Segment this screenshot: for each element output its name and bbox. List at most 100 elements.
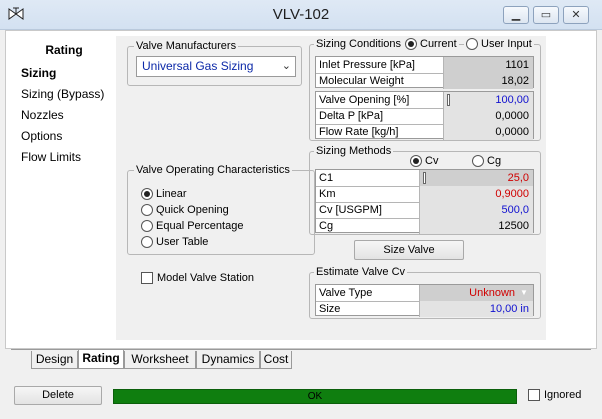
nav-item-sizing-bypass[interactable]: Sizing (Bypass): [21, 85, 104, 103]
cg-value[interactable]: 12500: [420, 218, 533, 234]
table-row: Flow Rate [kg/h] 0,0000: [316, 124, 533, 141]
flow-rate-value[interactable]: 0,0000: [444, 124, 533, 140]
close-button[interactable]: ✕: [563, 6, 589, 24]
radio-equal-percentage-label: Equal Percentage: [156, 220, 244, 232]
radio-dot-icon: [466, 38, 478, 51]
c1-label: C1: [316, 170, 420, 186]
inlet-pressure-value[interactable]: 1101: [444, 57, 533, 73]
valve-manufacturer-select[interactable]: Universal Gas Sizing ⌄: [136, 56, 296, 77]
radio-quick-opening[interactable]: Quick Opening: [141, 203, 229, 219]
delete-button[interactable]: Delete: [14, 386, 102, 405]
tab-cost[interactable]: Cost: [260, 351, 292, 369]
tab-dynamics[interactable]: Dynamics: [196, 351, 260, 369]
table-row: Valve Opening [%] 100,00: [316, 92, 533, 109]
dropdown-arrow-icon: ▼: [520, 288, 528, 297]
title-bar: VLV-102 ▁ ▭ ✕: [0, 0, 602, 30]
checkbox-icon: [528, 389, 540, 402]
radio-cv-label: Cv: [425, 155, 439, 167]
minimize-button[interactable]: ▁: [503, 6, 529, 24]
table-row: Valve Type Unknown ▼: [316, 285, 533, 302]
table-row: Cg 12500: [316, 218, 533, 235]
edit-cursor-icon: [423, 172, 426, 184]
table-row: Size 10,00 in: [316, 301, 533, 318]
radio-quick-opening-label: Quick Opening: [156, 204, 229, 216]
table-row: C1 25,0: [316, 170, 533, 187]
radio-linear[interactable]: Linear: [141, 187, 187, 203]
km-value[interactable]: 0,9000: [420, 186, 533, 202]
radio-dot-icon: [141, 236, 153, 249]
tab-design[interactable]: Design: [31, 351, 78, 369]
cg-label: Cg: [316, 218, 420, 234]
tab-strip: Design Rating Worksheet Dynamics Cost: [0, 349, 602, 371]
nav-item-nozzles[interactable]: Nozzles: [21, 106, 64, 124]
radio-dot-icon: [472, 155, 484, 168]
sizing-conditions-table-bottom: Valve Opening [%] 100,00 Delta P [kPa] 0…: [315, 91, 534, 141]
table-row: Inlet Pressure [kPa] 1101: [316, 57, 533, 74]
rating-nav-pane: Rating Sizing Sizing (Bypass) Nozzles Op…: [14, 36, 114, 340]
valve-manufacturer-value: Universal Gas Sizing: [142, 59, 254, 73]
estimate-valve-cv-table: Valve Type Unknown ▼ Size 10,00 in: [315, 284, 534, 318]
valve-type-value[interactable]: Unknown: [420, 285, 533, 301]
radio-dot-icon: [141, 220, 153, 233]
model-valve-station-checkbox[interactable]: Model Valve Station: [141, 271, 254, 287]
radio-cg[interactable]: Cg: [472, 154, 501, 170]
molecular-weight-value[interactable]: 18,02: [444, 73, 533, 89]
delta-p-value[interactable]: 0,0000: [444, 108, 533, 124]
table-row: Delta P [kPa] 0,0000: [316, 108, 533, 125]
c1-value[interactable]: 25,0: [420, 170, 533, 186]
estimate-valve-cv-title: Estimate Valve Cv: [314, 265, 408, 279]
radio-dot-icon: [141, 204, 153, 217]
radio-user-input-label: User Input: [481, 38, 532, 50]
sizing-methods-table: C1 25,0 Km 0,9000 Cv [USGPM] 500,0 Cg 12…: [315, 169, 534, 235]
radio-cv[interactable]: Cv: [410, 154, 438, 170]
size-valve-button[interactable]: Size Valve: [354, 240, 464, 260]
radio-linear-label: Linear: [156, 188, 187, 200]
table-row: Km 0,9000: [316, 186, 533, 203]
model-valve-station-label: Model Valve Station: [157, 272, 255, 284]
valve-type-label: Valve Type: [316, 285, 420, 301]
restore-button[interactable]: ▭: [533, 6, 559, 24]
radio-dot-icon: [405, 38, 417, 51]
ignored-checkbox[interactable]: Ignored: [528, 388, 581, 404]
radio-equal-percentage[interactable]: Equal Percentage: [141, 219, 243, 235]
nav-item-options[interactable]: Options: [21, 127, 62, 145]
tab-rating[interactable]: Rating: [78, 349, 124, 369]
restore-icon: ▭: [540, 9, 552, 21]
table-row: Molecular Weight 18,02: [316, 73, 533, 90]
radio-current-label: Current: [420, 38, 457, 50]
edit-cursor-icon: [447, 94, 450, 106]
sizing-conditions-title: Sizing Conditions: [314, 37, 403, 51]
size-value[interactable]: 10,00 in: [420, 301, 533, 317]
valve-manufacturers-title: Valve Manufacturers: [134, 39, 239, 53]
minimize-icon: ▁: [511, 9, 521, 21]
radio-current[interactable]: Current: [403, 37, 459, 53]
delta-p-label: Delta P [kPa]: [316, 108, 444, 124]
close-icon: ✕: [571, 9, 581, 21]
valve-opening-value[interactable]: 100,00: [444, 92, 533, 108]
radio-cg-label: Cg: [487, 155, 502, 167]
molecular-weight-label: Molecular Weight: [316, 73, 444, 89]
cv-usgpm-value[interactable]: 500,0: [420, 202, 533, 218]
radio-user-table[interactable]: User Table: [141, 235, 208, 251]
nav-heading: Rating: [45, 43, 83, 57]
checkbox-icon: [141, 272, 153, 285]
ignored-label: Ignored: [544, 389, 582, 401]
status-bar: OK: [113, 389, 517, 404]
km-label: Km: [316, 186, 420, 202]
operating-characteristics-title: Valve Operating Characteristics: [134, 163, 292, 177]
flow-rate-label: Flow Rate [kg/h]: [316, 124, 444, 140]
radio-dot-icon: [141, 188, 153, 201]
nav-item-sizing[interactable]: Sizing: [21, 64, 56, 82]
valve-opening-label: Valve Opening [%]: [316, 92, 444, 108]
chevron-down-icon: ⌄: [281, 60, 291, 72]
radio-user-table-label: User Table: [156, 236, 209, 248]
nav-item-flow-limits[interactable]: Flow Limits: [21, 148, 81, 166]
size-label: Size: [316, 301, 420, 317]
radio-dot-icon: [410, 155, 422, 168]
radio-user-input[interactable]: User Input: [464, 37, 534, 53]
inlet-pressure-label: Inlet Pressure [kPa]: [316, 57, 444, 73]
tab-worksheet[interactable]: Worksheet: [124, 351, 196, 369]
sizing-methods-title: Sizing Methods: [314, 144, 394, 158]
cv-usgpm-label: Cv [USGPM]: [316, 202, 420, 218]
table-row: Cv [USGPM] 500,0: [316, 202, 533, 219]
